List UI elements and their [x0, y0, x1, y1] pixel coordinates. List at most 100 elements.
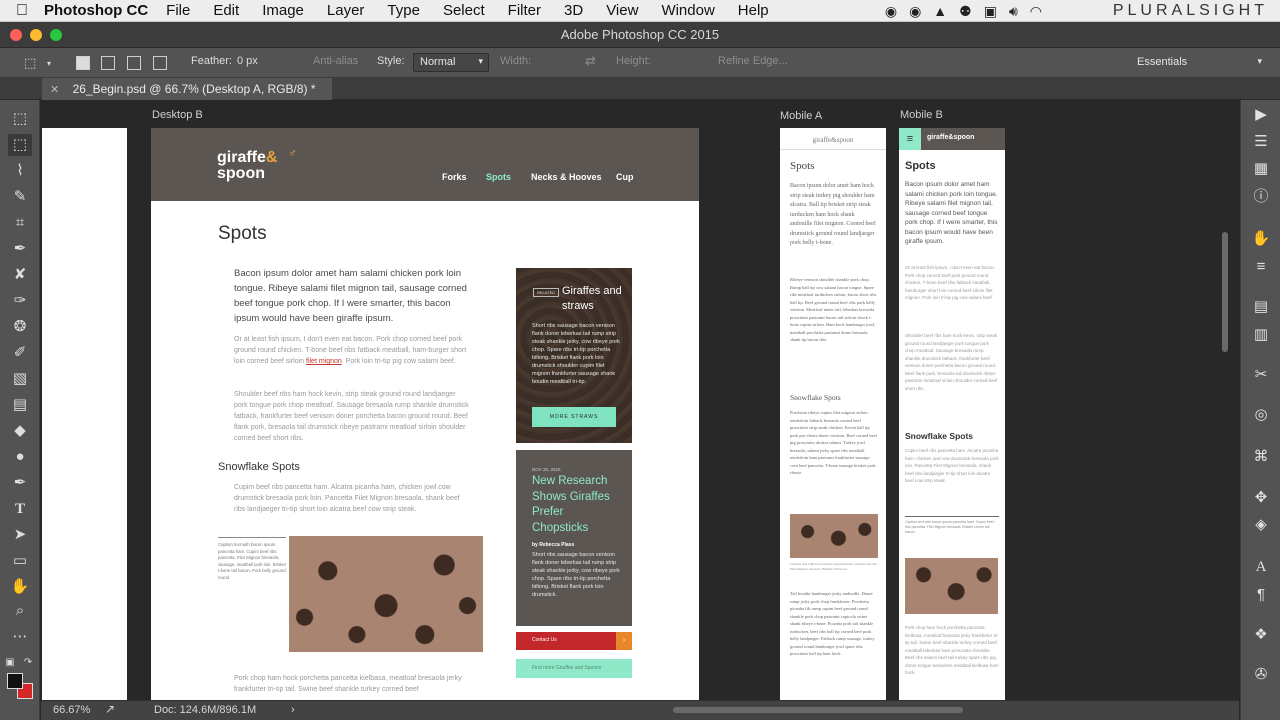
- menu-window[interactable]: Window: [661, 2, 714, 19]
- adjustments-icon[interactable]: ✋: [1250, 229, 1272, 249]
- properties-icon[interactable]: ≡: [1250, 257, 1272, 277]
- history-icon[interactable]: ☰: [1250, 132, 1272, 152]
- brush-tool-icon[interactable]: ✑: [8, 290, 32, 312]
- vertical-scrollbar[interactable]: [1222, 232, 1228, 352]
- volume-icon[interactable]: 🔊︎: [1009, 3, 1018, 20]
- refine-edge-button[interactable]: Refine Edge...: [718, 55, 788, 67]
- creative-cloud-icon[interactable]: ◉: [885, 3, 897, 20]
- stamp-tool-icon[interactable]: ❂: [8, 316, 32, 338]
- transform-icon[interactable]: ⌘: [1250, 447, 1272, 467]
- quick-select-tool-icon[interactable]: ✎: [8, 186, 32, 208]
- gradient-tool-icon[interactable]: ▤: [8, 394, 32, 416]
- add-selection-icon[interactable]: [101, 56, 115, 70]
- artboard-label-desktop-b[interactable]: Desktop B: [152, 109, 203, 121]
- zoom-tool-icon[interactable]: ⌕: [8, 600, 32, 622]
- menu-3d[interactable]: 3D: [564, 2, 583, 19]
- libraries-icon[interactable]: ▤: [1250, 297, 1272, 317]
- foreground-color-swatch[interactable]: [7, 673, 23, 689]
- evernote-icon[interactable]: ▣: [984, 3, 997, 20]
- path-select-tool-icon[interactable]: ➤: [8, 524, 32, 546]
- swatches-icon[interactable]: ▦: [1250, 159, 1272, 179]
- contact-button[interactable]: Contact Us ›: [516, 632, 632, 650]
- menu-type[interactable]: Type: [387, 2, 420, 19]
- paths-icon[interactable]: ✇: [1250, 665, 1272, 685]
- nav-forks[interactable]: Forks: [442, 172, 467, 182]
- tool-presets-icon[interactable]: ✂: [1250, 365, 1272, 385]
- nav-cup[interactable]: Cup: [616, 172, 634, 182]
- subtract-selection-icon[interactable]: [127, 56, 141, 70]
- nav-necks-hooves[interactable]: Necks & Hooves: [531, 172, 602, 182]
- status-menu-arrow[interactable]: ›: [291, 704, 295, 716]
- crop-tool-icon[interactable]: ⌗: [8, 212, 32, 234]
- sync-icon[interactable]: ⚉: [959, 3, 972, 20]
- channels-icon[interactable]: ❖: [1250, 625, 1272, 645]
- close-icon[interactable]: ✕: [50, 84, 59, 96]
- play-icon[interactable]: ▶: [1250, 105, 1272, 125]
- dodge-tool-icon[interactable]: ●: [8, 446, 32, 468]
- wifi-icon[interactable]: ◠: [1030, 3, 1042, 20]
- more-straws-button[interactable]: MORE STRAWS: [532, 407, 616, 427]
- menu-view[interactable]: View: [606, 2, 638, 19]
- styles-icon[interactable]: ✥: [1250, 488, 1272, 508]
- eyedropper-tool-icon[interactable]: ✒: [8, 238, 32, 260]
- style-select[interactable]: Normal ▾: [413, 53, 489, 72]
- rectangle-tool-icon[interactable]: ▭: [8, 550, 32, 572]
- menu-layer[interactable]: Layer: [327, 2, 365, 19]
- news-title[interactable]: New Research Shows Giraffes Prefer Chops…: [532, 474, 622, 536]
- layers-icon[interactable]: ◈: [1250, 515, 1272, 535]
- creative-cloud-icon[interactable]: ◎: [1250, 405, 1272, 425]
- export-icon[interactable]: ↗: [105, 702, 115, 716]
- menu-filter[interactable]: Filter: [508, 2, 541, 19]
- nav-spots[interactable]: Spots: [486, 172, 511, 182]
- app-menu[interactable]: Photoshop CC: [44, 2, 148, 19]
- marquee-tool-icon[interactable]: ⬚: [8, 134, 32, 156]
- more-tools-icon[interactable]: ⋯: [8, 626, 32, 648]
- menu-help[interactable]: Help: [738, 2, 769, 19]
- marquee-preset-icon[interactable]: ⬚: [24, 55, 36, 71]
- info-icon[interactable]: ⓘ: [1250, 187, 1272, 207]
- window-title: Adobe Photoshop CC 2015: [560, 27, 720, 42]
- character-icon[interactable]: A: [1250, 557, 1272, 577]
- paragraph-icon[interactable]: ¶: [1250, 585, 1272, 605]
- find-more-button[interactable]: Find more Giraffes and Spoons: [516, 659, 632, 678]
- chevron-down-icon[interactable]: ▾: [47, 59, 51, 68]
- artboard-label-mobile-a[interactable]: Mobile A: [780, 110, 822, 122]
- drive-icon[interactable]: ▲: [933, 3, 947, 19]
- new-selection-icon[interactable]: [76, 56, 90, 70]
- hamburger-menu-icon[interactable]: ≡: [899, 128, 921, 150]
- type-tool-icon[interactable]: T: [8, 498, 32, 520]
- height-field[interactable]: Height:: [616, 55, 651, 67]
- horizontal-scrollbar[interactable]: [673, 707, 963, 713]
- lasso-tool-icon[interactable]: ⌇: [8, 160, 32, 182]
- record-icon[interactable]: ◉: [909, 3, 921, 20]
- default-colors-icon[interactable]: ▣: [4, 652, 16, 674]
- feather-input[interactable]: 0 px: [237, 55, 258, 67]
- hand-tool-icon[interactable]: ✋: [8, 576, 32, 598]
- artboard-mobile-a[interactable]: giraffe&spoon Spots Bacon ipsum dolor am…: [780, 128, 886, 700]
- notes-icon[interactable]: ▥: [1250, 325, 1272, 345]
- swap-colors-icon[interactable]: ↷: [22, 652, 34, 674]
- menu-image[interactable]: Image: [262, 2, 304, 19]
- artboard-desktop-a-edge[interactable]: [42, 128, 127, 700]
- artboard-tool-icon[interactable]: ⬚: [8, 108, 32, 130]
- intersect-selection-icon[interactable]: [153, 56, 167, 70]
- artboard-desktop-b[interactable]: giraffe& spoon ♂ Forks Spots Necks & Hoo…: [151, 128, 699, 700]
- filet-mignon-link[interactable]: filet mignon: [306, 358, 342, 365]
- document-tab[interactable]: ✕ 26_Begin.psd @ 66.7% (Desktop A, RGB/8…: [42, 78, 332, 100]
- eraser-tool-icon[interactable]: ▧: [8, 368, 32, 390]
- menu-select[interactable]: Select: [443, 2, 485, 19]
- menu-file[interactable]: File: [166, 2, 190, 19]
- artboard-label-mobile-b[interactable]: Mobile B: [900, 109, 943, 121]
- blur-tool-icon[interactable]: ◆: [8, 420, 32, 442]
- anti-alias-checkbox[interactable]: Anti-alias: [313, 55, 358, 67]
- width-field[interactable]: Width:: [500, 55, 531, 67]
- healing-tool-icon[interactable]: ✘: [8, 264, 32, 286]
- artboard-mobile-b[interactable]: ≡ giraffe&spoon Spots Bacon ipsum dolor …: [899, 128, 1005, 700]
- apple-icon[interactable]: : [0, 2, 44, 20]
- workspace-select[interactable]: Essentials ▾: [1130, 53, 1268, 72]
- zoom-level[interactable]: 66.67%: [53, 704, 90, 716]
- menu-edit[interactable]: Edit: [213, 2, 239, 19]
- swap-icon[interactable]: ⇄: [585, 53, 596, 69]
- history-brush-tool-icon[interactable]: ✐: [8, 342, 32, 364]
- pen-tool-icon[interactable]: ✒: [8, 472, 32, 494]
